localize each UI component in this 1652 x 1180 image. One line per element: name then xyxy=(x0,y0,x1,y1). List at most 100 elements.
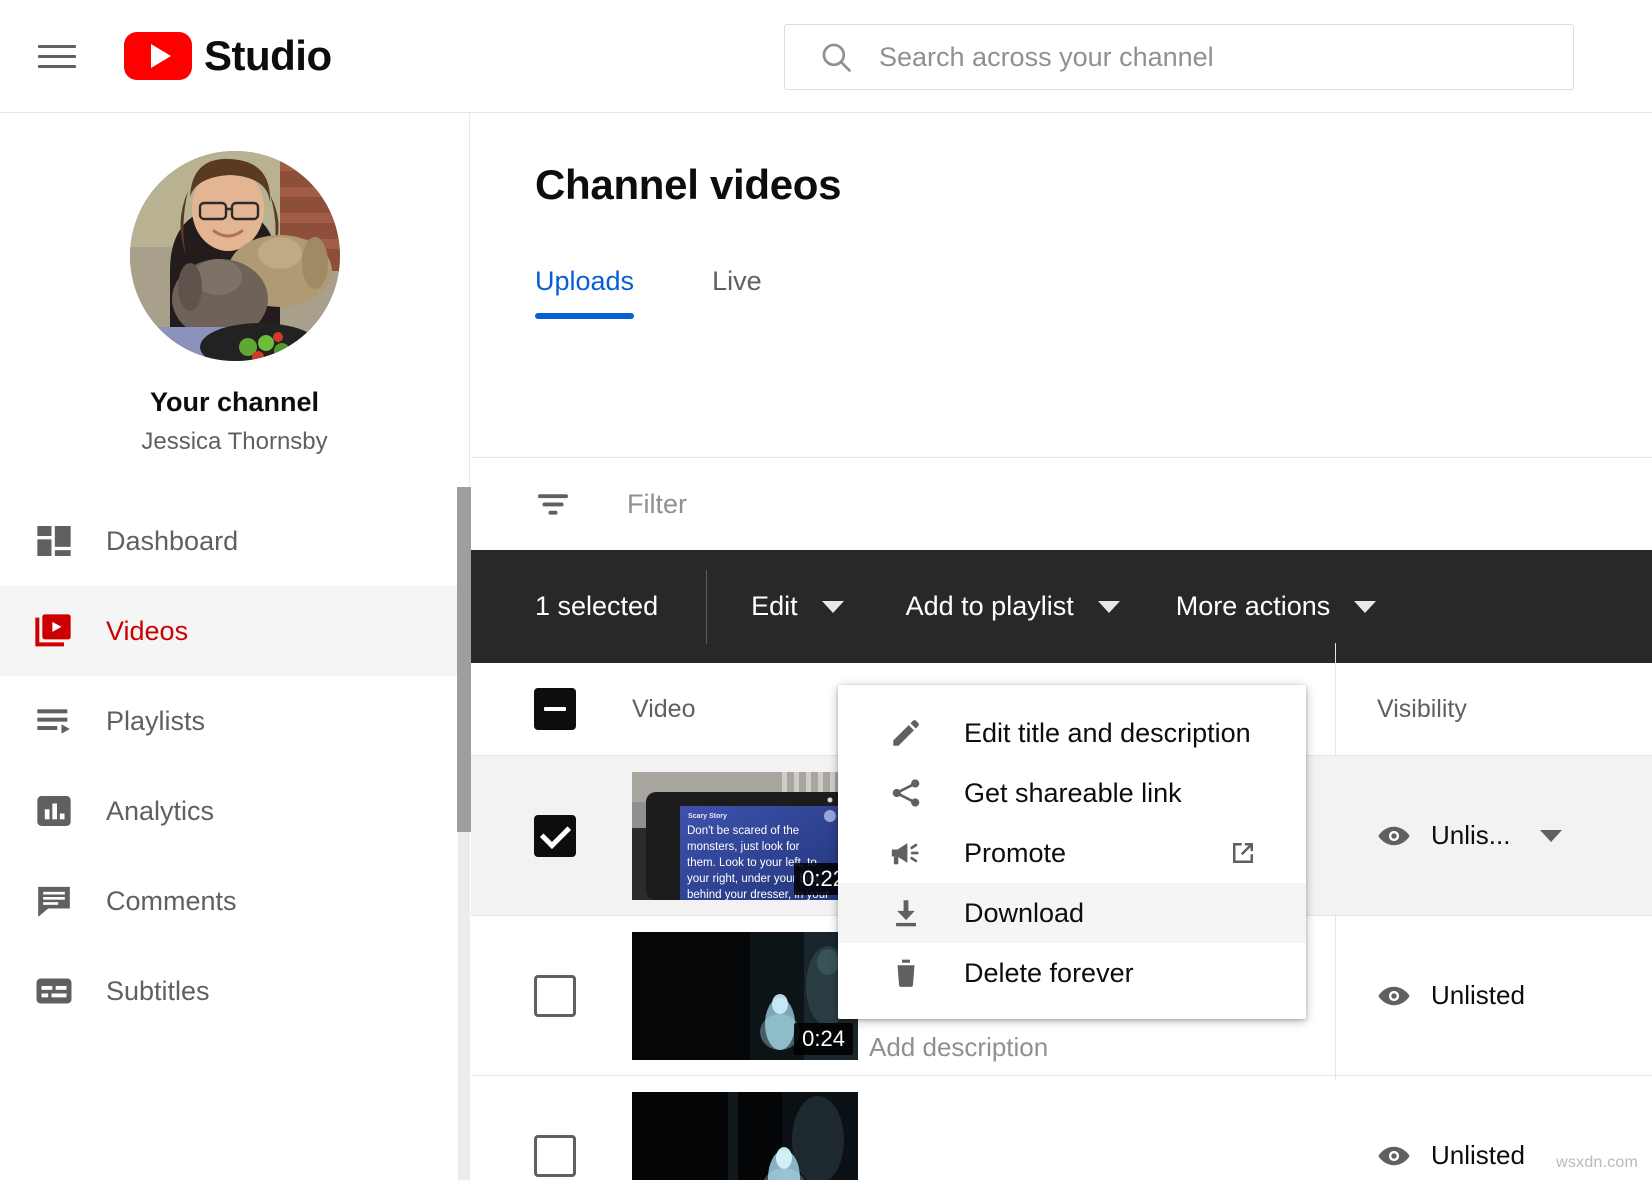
youtube-play-icon xyxy=(124,32,192,80)
channel-name: Jessica Thornsby xyxy=(0,428,469,456)
videos-icon xyxy=(30,607,78,655)
page-title: Channel videos xyxy=(535,161,1652,209)
chevron-down-icon xyxy=(1354,601,1376,613)
filter-input[interactable] xyxy=(627,489,1147,520)
channel-block: Your channel Jessica Thornsby xyxy=(0,113,469,456)
selected-count-label: 1 selected xyxy=(535,591,658,622)
megaphone-icon xyxy=(886,833,926,873)
visibility-label: Unlis... xyxy=(1431,820,1510,851)
main-content: Channel videos Uploads Live 1 selected E… xyxy=(471,113,1652,1180)
tab-live[interactable]: Live xyxy=(712,266,762,315)
edit-dropdown-button[interactable]: Edit xyxy=(751,591,844,622)
sidebar-item-subtitles[interactable]: Subtitles xyxy=(0,946,469,1036)
watermark: wsxdn.com xyxy=(1556,1154,1638,1172)
chevron-down-icon xyxy=(1098,601,1120,613)
row-checkbox-wrap xyxy=(534,815,576,857)
menu-item-get-shareable-link[interactable]: Get shareable link xyxy=(838,763,1306,823)
visibility-cell[interactable]: Unlis... xyxy=(1377,819,1562,853)
sidebar-item-label: Videos xyxy=(106,616,188,647)
search-bar[interactable] xyxy=(784,24,1574,90)
toolbar-divider xyxy=(706,570,707,644)
edit-label: Edit xyxy=(751,591,798,622)
tab-uploads[interactable]: Uploads xyxy=(535,266,634,315)
column-header-visibility: Visibility xyxy=(1377,695,1467,724)
brand-label: Studio xyxy=(204,32,332,80)
more-actions-label: More actions xyxy=(1176,591,1331,622)
row-checkbox-wrap xyxy=(534,975,576,1017)
video-duration: 0:24 xyxy=(794,1023,853,1055)
pencil-icon xyxy=(886,713,926,753)
visibility-cell[interactable]: Unlisted xyxy=(1377,1139,1525,1173)
video-thumbnail[interactable]: 0:24 xyxy=(632,932,858,1060)
row-checkbox[interactable] xyxy=(534,975,576,1017)
sidebar-item-label: Comments xyxy=(106,886,237,917)
eye-icon xyxy=(1377,819,1411,853)
sidebar-scrollbar-track[interactable] xyxy=(458,819,470,1180)
menu-item-label: Promote xyxy=(964,838,1066,869)
avatar[interactable] xyxy=(130,151,340,361)
video-thumbnail[interactable]: 0:20 xyxy=(632,1092,858,1180)
sidebar-item-label: Analytics xyxy=(106,796,214,827)
share-icon xyxy=(886,773,926,813)
sidebar-item-dashboard[interactable]: Dashboard xyxy=(0,496,469,586)
select-all-checkbox-wrap xyxy=(534,688,576,730)
youtube-studio-page: Studio xyxy=(0,0,1652,1180)
channel-label: Your channel xyxy=(0,387,469,418)
add-to-playlist-label: Add to playlist xyxy=(906,591,1074,622)
search-icon xyxy=(819,40,853,74)
menu-item-label: Download xyxy=(964,898,1084,929)
eye-icon xyxy=(1377,979,1411,1013)
add-to-playlist-dropdown-button[interactable]: Add to playlist xyxy=(906,591,1120,622)
selection-toolbar: 1 selected Edit Add to playlist More act… xyxy=(471,550,1652,663)
menu-item-label: Edit title and description xyxy=(964,718,1251,749)
chevron-down-icon[interactable] xyxy=(1540,830,1562,842)
chevron-down-icon xyxy=(822,601,844,613)
add-description-placeholder[interactable]: Add description xyxy=(869,1032,1048,1063)
comments-icon xyxy=(30,877,78,925)
column-header-video: Video xyxy=(632,695,696,724)
svg-text:monsters, just look for: monsters, just look for xyxy=(687,841,800,853)
dashboard-icon xyxy=(30,517,78,565)
sidebar-item-playlists[interactable]: Playlists xyxy=(0,676,469,766)
more-actions-dropdown-button[interactable]: More actions xyxy=(1176,591,1377,622)
select-all-checkbox[interactable] xyxy=(534,688,576,730)
filter-icon[interactable] xyxy=(535,486,571,522)
trash-icon xyxy=(886,953,926,993)
sidebar-item-comments[interactable]: Comments xyxy=(0,856,469,946)
playlists-icon xyxy=(30,697,78,745)
table-row[interactable]: 0:20 Unlisted xyxy=(471,1076,1652,1180)
eye-icon xyxy=(1377,1139,1411,1173)
menu-item-label: Delete forever xyxy=(964,958,1134,989)
sidebar: Your channel Jessica Thornsby Dashboard xyxy=(0,113,470,1180)
menu-item-delete-forever[interactable]: Delete forever xyxy=(838,943,1306,1003)
visibility-label: Unlisted xyxy=(1431,1140,1525,1171)
filter-bar xyxy=(471,458,1652,550)
svg-text:Scary Story: Scary Story xyxy=(688,813,727,820)
subtitles-icon xyxy=(30,967,78,1015)
menu-item-label: Get shareable link xyxy=(964,778,1182,809)
sidebar-item-label: Playlists xyxy=(106,706,205,737)
visibility-label: Unlisted xyxy=(1431,980,1525,1011)
top-bar: Studio xyxy=(0,0,1652,113)
youtube-studio-logo[interactable]: Studio xyxy=(124,32,332,80)
visibility-cell[interactable]: Unlisted xyxy=(1377,979,1525,1013)
analytics-icon xyxy=(30,787,78,835)
tab-label: Live xyxy=(712,266,762,296)
tab-label: Uploads xyxy=(535,266,634,296)
row-checkbox[interactable] xyxy=(534,815,576,857)
video-thumbnail[interactable]: Scary Story Don't be scared of the monst… xyxy=(632,772,858,900)
sidebar-item-videos[interactable]: Videos xyxy=(0,586,469,676)
row-checkbox[interactable] xyxy=(534,1135,576,1177)
menu-item-promote[interactable]: Promote xyxy=(838,823,1306,883)
menu-icon[interactable] xyxy=(38,41,76,71)
sidebar-scrollbar-thumb[interactable] xyxy=(457,487,471,832)
row-checkbox-wrap xyxy=(534,1135,576,1177)
search-input[interactable] xyxy=(879,42,1519,73)
video-context-menu: Edit title and description Get shareable… xyxy=(838,685,1306,1019)
menu-item-download[interactable]: Download xyxy=(838,883,1306,943)
tab-bar: Uploads Live xyxy=(535,253,1652,315)
sidebar-item-analytics[interactable]: Analytics xyxy=(0,766,469,856)
external-link-icon xyxy=(1228,838,1258,868)
menu-item-edit-title-and-description[interactable]: Edit title and description xyxy=(838,703,1306,763)
sidebar-nav: Dashboard Videos xyxy=(0,496,469,1036)
